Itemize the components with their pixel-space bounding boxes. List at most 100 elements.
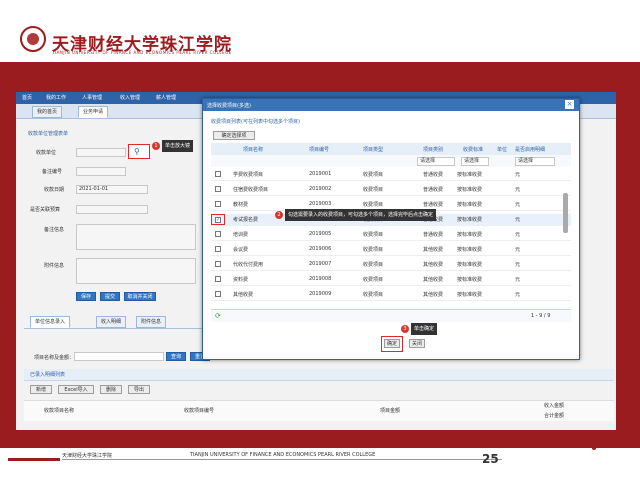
row-standard: 按标准收费 — [457, 262, 483, 268]
nav-item[interactable]: 人事管理 — [82, 94, 102, 101]
section-title: 收款单位管理表单 — [28, 131, 69, 137]
col-code: 项目编号 — [309, 147, 330, 153]
attachment-area[interactable] — [76, 258, 196, 284]
detail-filter[interactable]: 请选择 — [515, 157, 555, 166]
row-name: 教材费 — [233, 202, 249, 208]
remark-textarea[interactable] — [76, 224, 196, 250]
row-name: 代收代付费用 — [233, 262, 264, 268]
grid-row[interactable]: 学费收费项目 2019001 收费项目 普通收费 按标准收费 元 — [211, 169, 571, 181]
pager-text: 1 - 9 / 9 — [531, 313, 551, 319]
row-checkbox[interactable] — [215, 171, 221, 177]
list-header-bar: 已录入明细列表 — [24, 369, 614, 381]
tab-income-detail[interactable]: 收入明细 — [96, 316, 127, 328]
grid-row[interactable]: 代收代付费用 2019007 收费项目 其他收费 按标准收费 元 — [211, 259, 571, 271]
row-checkbox[interactable] — [215, 231, 221, 237]
callout-1: 单击放大镜 — [162, 140, 194, 152]
row-type: 收费项目 — [363, 187, 384, 193]
budget-select[interactable] — [76, 205, 148, 214]
row-checkbox[interactable]: ✓ — [215, 217, 221, 223]
nav-item[interactable]: 薪人管理 — [156, 94, 176, 101]
code-field[interactable] — [76, 167, 126, 176]
grid-row[interactable]: 其他收费 2019009 收费项目 其他收费 按标准收费 元 — [211, 289, 571, 301]
row-checkbox[interactable] — [215, 276, 221, 282]
modal-subtitle: 收费项目列表(可在列表中勾选多个项目) — [211, 119, 300, 125]
refresh-icon[interactable]: ⟳ — [215, 312, 221, 320]
callout-3: 单击确定 — [411, 323, 438, 335]
footer-red-bar — [8, 458, 60, 461]
save-button[interactable]: 保存 — [76, 292, 96, 301]
tab-business[interactable]: 业务申请 — [78, 106, 109, 118]
query-input[interactable] — [74, 352, 164, 361]
grid-filter-row: 请选择 请选择 请选择 — [211, 155, 571, 167]
row-checkbox-wrap — [211, 184, 225, 195]
ok-button[interactable]: 确定 — [384, 339, 400, 348]
row-code: 2019005 — [309, 231, 332, 237]
row-checkbox[interactable] — [215, 246, 221, 252]
callout-2-number: 2 — [275, 211, 283, 219]
row-standard: 按标准收费 — [457, 187, 483, 193]
confirm-selection-button[interactable]: 确定选择项 — [213, 131, 255, 140]
row-unit: 元 — [515, 247, 521, 253]
nav-item[interactable]: 收入管理 — [120, 94, 140, 101]
row-name: 会议费 — [233, 247, 249, 253]
page-number: 25 — [482, 452, 499, 466]
col-detail: 是否启用明细 — [515, 147, 546, 153]
row-category: 普通收费 — [423, 187, 444, 193]
list-header-name: 收款项目名称 — [44, 408, 75, 414]
row-checkbox-wrap — [211, 274, 225, 285]
submit-button[interactable]: 提交 — [100, 292, 120, 301]
row-type: 收费项目 — [363, 172, 384, 178]
row-checkbox-wrap — [211, 229, 225, 240]
row-checkbox[interactable] — [215, 261, 221, 267]
code-label: 备注编号 — [42, 169, 63, 175]
col-name: 项目名称 — [243, 147, 264, 153]
row-checkbox[interactable] — [215, 291, 221, 297]
query-button[interactable]: 查询 — [166, 352, 186, 361]
row-checkbox[interactable] — [215, 201, 221, 207]
footer-school-cn: 天津财经大学珠江学院 — [62, 453, 113, 459]
row-unit: 元 — [515, 232, 521, 238]
row-category: 其他收费 — [423, 262, 444, 268]
row-name: 住宿费收费项目 — [233, 187, 269, 193]
col-standard: 收费标准 — [463, 147, 484, 153]
magnifier-button[interactable]: ⚲ — [128, 144, 150, 159]
row-standard: 按标准收费 — [457, 172, 483, 178]
row-name: 考试报名费 — [233, 217, 259, 223]
payee-field[interactable] — [76, 148, 126, 157]
grid-row[interactable]: 住宿费收费项目 2019002 收费项目 普通收费 按标准收费 元 — [211, 184, 571, 196]
row-code: 2019007 — [309, 261, 332, 267]
delete-button[interactable]: 删除 — [100, 385, 122, 394]
grid-row[interactable]: 资料费 2019008 收费项目 其他收费 按标准收费 元 — [211, 274, 571, 286]
remark-label: 备注信息 — [44, 227, 65, 233]
date-label: 收款日期 — [44, 187, 65, 193]
category-filter[interactable]: 请选择 — [417, 157, 455, 166]
row-checkbox-wrap — [211, 244, 225, 255]
tab-attachment[interactable]: 附件信息 — [136, 316, 167, 328]
bottom-tab-bar: 单位信息录入 收入明细 附件信息 — [24, 316, 216, 329]
excel-import-button[interactable]: Excel导入 — [58, 385, 94, 394]
row-unit: 元 — [515, 277, 521, 283]
row-standard: 按标准收费 — [457, 277, 483, 283]
grid-row[interactable]: 会议费 2019006 收费项目 其他收费 按标准收费 元 — [211, 244, 571, 256]
standard-filter[interactable]: 请选择 — [461, 157, 489, 166]
grid-row[interactable]: 培训费 2019005 收费项目 普通收费 按标准收费 元 — [211, 229, 571, 241]
add-button[interactable]: 新增 — [30, 385, 52, 394]
close-icon[interactable]: × — [565, 100, 574, 109]
cancel-close-button[interactable]: 取消并关闭 — [124, 292, 156, 301]
row-checkbox[interactable] — [215, 186, 221, 192]
col-type: 项目类型 — [363, 147, 384, 153]
nav-item[interactable]: 我的工作 — [46, 94, 66, 101]
modal-subtitle-bar: 收费项目列表(可在列表中勾选多个项目) — [211, 117, 571, 127]
tab-home[interactable]: 我的首页 — [32, 106, 63, 118]
grid-scrollbar[interactable] — [563, 193, 568, 233]
footer-school-en: TIANJIN UNIVERSITY OF FINANCE AND ECONOM… — [190, 452, 376, 458]
date-field[interactable]: 2021-01-01 — [76, 185, 148, 194]
row-name: 资料费 — [233, 277, 249, 283]
cancel-button[interactable]: 关闭 — [409, 339, 425, 348]
export-button[interactable]: 导出 — [128, 385, 150, 394]
nav-item[interactable]: 首页 — [22, 94, 32, 101]
tab-unit-info[interactable]: 单位信息录入 — [30, 316, 71, 328]
callout-1-number: 1 — [152, 142, 160, 150]
row-standard: 按标准收费 — [457, 217, 483, 223]
decorative-dots-icon — [592, 432, 620, 450]
